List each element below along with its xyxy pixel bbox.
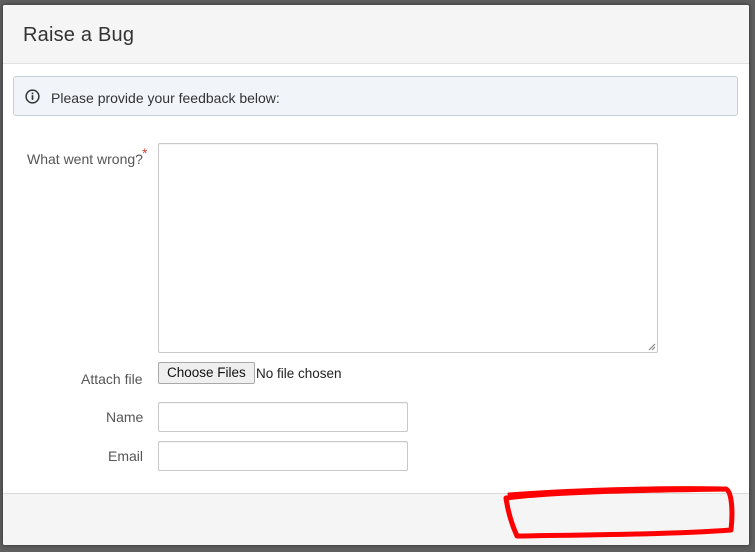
what-went-wrong-textarea[interactable] bbox=[158, 143, 658, 353]
choose-files-button[interactable]: Choose Files bbox=[158, 362, 255, 384]
email-input[interactable] bbox=[158, 441, 408, 471]
name-input[interactable] bbox=[158, 402, 408, 432]
attach-file-label: Attach file bbox=[81, 371, 143, 387]
dialog-footer bbox=[3, 493, 749, 545]
dialog-header: Raise a Bug bbox=[3, 5, 749, 64]
info-message: Please provide your feedback below: bbox=[13, 76, 738, 116]
raise-bug-dialog: Raise a Bug Please provide your feedback… bbox=[3, 5, 749, 545]
dialog-title: Raise a Bug bbox=[23, 24, 135, 46]
required-asterisk: * bbox=[142, 145, 148, 161]
info-message-text: Please provide your feedback below: bbox=[51, 90, 280, 106]
email-label: Email bbox=[108, 448, 144, 464]
resize-grip-icon[interactable] bbox=[648, 343, 656, 351]
name-label: Name bbox=[106, 409, 144, 425]
what-went-wrong-label: What went wrong? bbox=[27, 151, 143, 167]
info-icon bbox=[25, 89, 40, 104]
file-status-text: No file chosen bbox=[256, 366, 342, 381]
